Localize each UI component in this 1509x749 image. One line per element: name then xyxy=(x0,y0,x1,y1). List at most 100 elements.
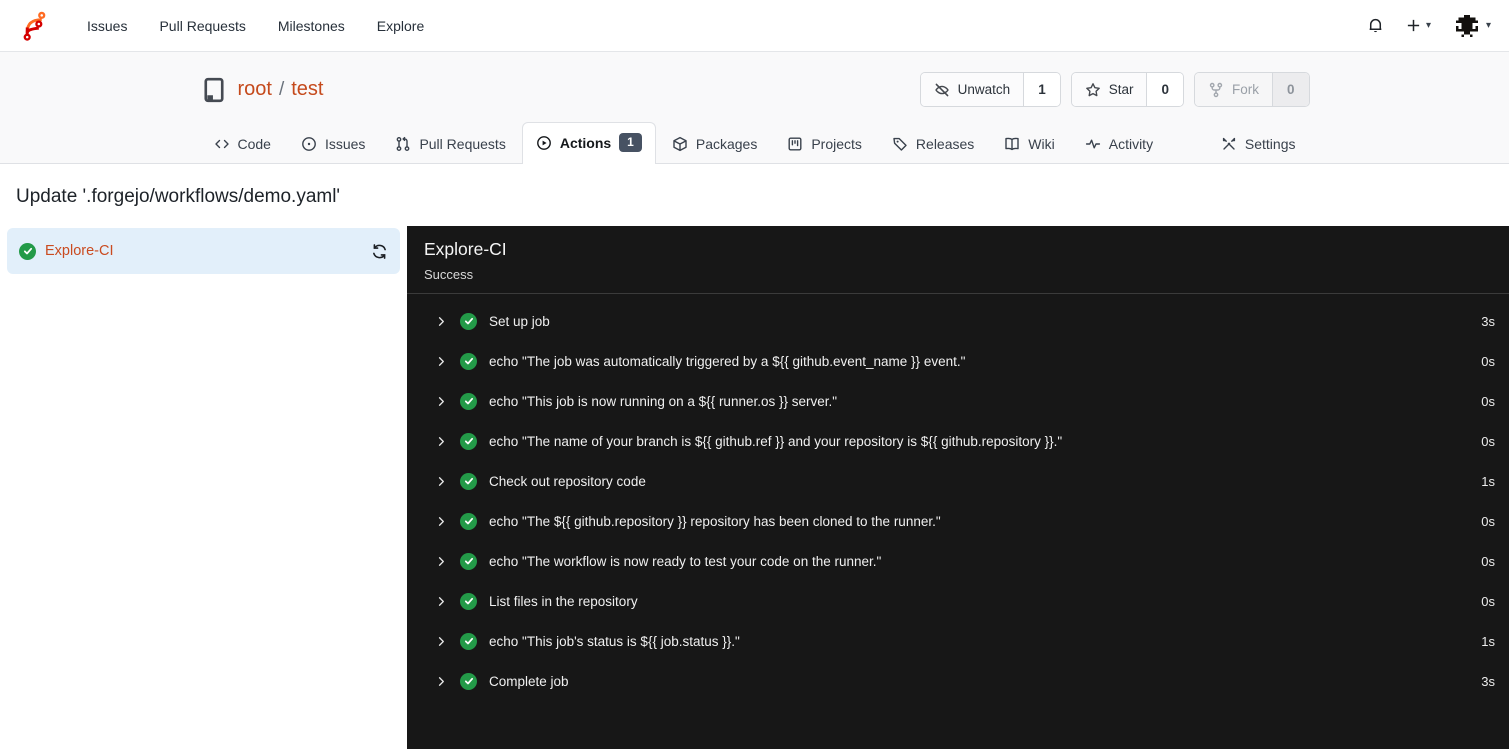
step-row-3[interactable]: echo "This job is now running on a ${{ r… xyxy=(407,381,1509,421)
tab-label: Projects xyxy=(811,136,862,152)
tab-actions[interactable]: Actions 1 xyxy=(521,122,656,164)
unwatch-count[interactable]: 1 xyxy=(1023,73,1060,106)
tab-pull-requests[interactable]: Pull Requests xyxy=(381,125,519,163)
create-new-dropdown[interactable]: ▾ xyxy=(1406,18,1431,33)
step-row-9[interactable]: echo "This job's status is ${{ job.statu… xyxy=(407,621,1509,661)
step-row-5[interactable]: Check out repository code 1s xyxy=(407,461,1509,501)
step-success-check-icon xyxy=(460,672,477,690)
repo-owner-link[interactable]: root xyxy=(238,78,272,101)
fork-icon xyxy=(1208,82,1224,98)
chevron-right-icon[interactable] xyxy=(435,475,448,488)
step-row-10[interactable]: Complete job 3s xyxy=(407,661,1509,701)
code-icon xyxy=(214,136,230,152)
repo-separator: / xyxy=(278,78,285,100)
step-label: Check out repository code xyxy=(489,473,646,489)
tools-icon xyxy=(1221,136,1237,152)
chevron-right-icon[interactable] xyxy=(435,435,448,448)
eye-slash-icon xyxy=(934,82,950,98)
fork-button[interactable]: Fork 0 xyxy=(1193,72,1310,107)
tab-label: Releases xyxy=(915,136,975,152)
tab-settings[interactable]: Settings xyxy=(1207,125,1310,163)
chevron-right-icon[interactable] xyxy=(435,395,448,408)
chevron-down-icon: ▾ xyxy=(1485,19,1491,31)
navbar-link-issues[interactable]: Issues xyxy=(75,10,139,42)
rerun-refresh-icon[interactable] xyxy=(371,243,388,260)
sidebar-job-explore-ci[interactable]: Explore-CI xyxy=(7,228,400,274)
step-label: echo "The workflow is now ready to test … xyxy=(489,553,882,569)
repo-breadcrumb: root / test xyxy=(238,78,324,101)
repo-name-link[interactable]: test xyxy=(291,78,323,101)
plus-icon xyxy=(1406,18,1421,33)
step-duration: 0s xyxy=(1481,433,1495,449)
step-row-7[interactable]: echo "The workflow is now ready to test … xyxy=(407,541,1509,581)
chevron-right-icon[interactable] xyxy=(435,315,448,328)
chevron-right-icon[interactable] xyxy=(435,595,448,608)
tab-packages[interactable]: Packages xyxy=(658,125,771,163)
repo-tabs: Code Issues Pull Requests Actions 1 Pack… xyxy=(200,121,1310,164)
user-menu-dropdown[interactable]: ▾ xyxy=(1452,11,1491,40)
step-label: echo "This job's status is ${{ job.statu… xyxy=(489,633,740,649)
git-pull-request-icon xyxy=(395,136,411,152)
step-duration: 0s xyxy=(1481,393,1495,409)
steps-list: Set up job 3s echo "The job was automati… xyxy=(407,294,1509,701)
tab-issues[interactable]: Issues xyxy=(287,125,379,163)
step-duration: 0s xyxy=(1481,353,1495,369)
chevron-right-icon[interactable] xyxy=(435,515,448,528)
star-button[interactable]: Star 0 xyxy=(1070,72,1184,107)
navbar-link-milestones[interactable]: Milestones xyxy=(266,10,357,42)
tab-label: Issues xyxy=(324,136,366,152)
package-icon xyxy=(672,136,688,152)
run-status-badge: Success xyxy=(424,267,474,282)
step-label: List files in the repository xyxy=(489,593,638,609)
step-success-check-icon xyxy=(460,592,477,610)
tab-releases[interactable]: Releases xyxy=(878,125,988,163)
fork-label: Fork xyxy=(1231,82,1259,97)
step-row-1[interactable]: Set up job 3s xyxy=(407,301,1509,341)
chevron-right-icon[interactable] xyxy=(435,675,448,688)
step-label: Complete job xyxy=(489,673,569,689)
step-duration: 3s xyxy=(1481,673,1495,689)
chevron-right-icon[interactable] xyxy=(435,555,448,568)
issue-circle-icon xyxy=(301,136,317,152)
fork-count[interactable]: 0 xyxy=(1271,73,1309,106)
forgejo-logo-icon[interactable] xyxy=(18,10,49,41)
unwatch-button[interactable]: Unwatch 1 xyxy=(919,72,1061,107)
step-row-4[interactable]: echo "The name of your branch is ${{ git… xyxy=(407,421,1509,461)
tab-projects[interactable]: Projects xyxy=(773,125,876,163)
page-title: Update '.forgejo/workflows/demo.yaml' xyxy=(16,186,341,207)
chevron-right-icon[interactable] xyxy=(435,635,448,648)
notifications-button[interactable] xyxy=(1367,17,1384,34)
step-duration: 1s xyxy=(1481,473,1495,489)
step-row-2[interactable]: echo "The job was automatically triggere… xyxy=(407,341,1509,381)
step-success-check-icon xyxy=(460,432,477,450)
repo-action-buttons: Unwatch 1 Star 0 Fork 0 xyxy=(919,72,1310,107)
step-label: echo "The job was automatically triggere… xyxy=(489,353,966,369)
step-success-check-icon xyxy=(460,392,477,410)
bell-icon xyxy=(1367,17,1384,34)
star-count[interactable]: 0 xyxy=(1146,73,1183,106)
step-row-8[interactable]: List files in the repository 0s xyxy=(407,581,1509,621)
tab-label: Pull Requests xyxy=(419,136,506,152)
navbar-link-explore[interactable]: Explore xyxy=(365,10,436,42)
step-success-check-icon xyxy=(460,352,477,370)
pulse-icon xyxy=(1085,136,1101,152)
step-label: echo "The ${{ github.repository }} repos… xyxy=(489,513,941,529)
step-row-6[interactable]: echo "The ${{ github.repository }} repos… xyxy=(407,501,1509,541)
chevron-down-icon: ▾ xyxy=(1425,19,1431,31)
step-success-check-icon xyxy=(460,632,477,650)
repo-header: root / test Unwatch 1 Star 0 Fork 0 Code… xyxy=(0,52,1509,164)
step-duration: 0s xyxy=(1481,513,1495,529)
navbar-right: ▾ ▾ xyxy=(1367,11,1491,40)
step-label: echo "The name of your branch is ${{ git… xyxy=(489,433,1063,449)
chevron-right-icon[interactable] xyxy=(435,355,448,368)
navbar-link-pull-requests[interactable]: Pull Requests xyxy=(147,10,257,42)
step-duration: 0s xyxy=(1481,553,1495,569)
step-success-check-icon xyxy=(460,552,477,570)
actions-run-page: Update '.forgejo/workflows/demo.yaml' Ex… xyxy=(0,164,1509,749)
tab-label: Settings xyxy=(1244,136,1296,152)
tab-activity[interactable]: Activity xyxy=(1071,125,1167,163)
tab-wiki[interactable]: Wiki xyxy=(990,125,1068,163)
book-open-icon xyxy=(1004,136,1020,152)
user-avatar xyxy=(1452,11,1481,40)
tab-code[interactable]: Code xyxy=(200,125,285,163)
